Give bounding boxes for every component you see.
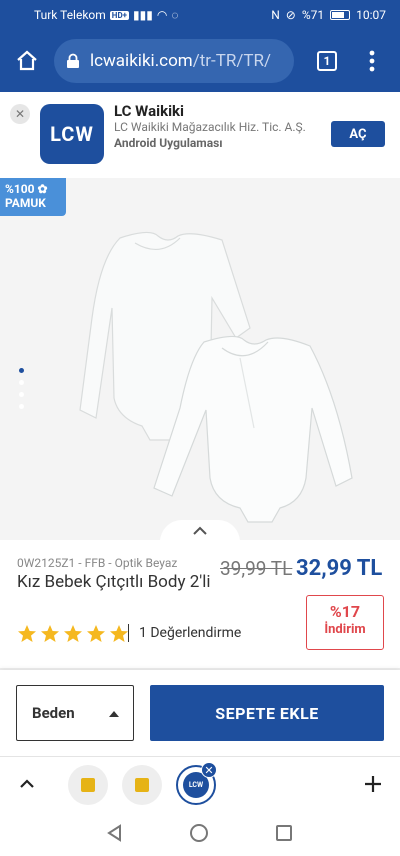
close-tab-button[interactable]: ✕ — [201, 762, 217, 778]
network-badge: HD+ — [109, 10, 130, 20]
review-count-link[interactable]: 1 Değerlendirme — [139, 625, 241, 641]
material-badge: %100 ✿ PAMUK — [0, 178, 66, 216]
url-path: /tr-TR/TR/ — [192, 51, 271, 71]
pagination-dot[interactable] — [19, 404, 24, 409]
lock-icon — [67, 53, 79, 68]
chevron-up-icon[interactable] — [16, 773, 38, 795]
add-to-cart-button[interactable]: SEPETE EKLE — [150, 685, 384, 741]
clock: 10:07 — [356, 8, 386, 22]
badge-percent: %100 — [5, 182, 35, 196]
old-price: 39,99 TL — [220, 557, 293, 580]
open-app-button[interactable]: AÇ — [331, 121, 385, 147]
tab-count: 1 — [317, 51, 337, 71]
star-icon — [64, 625, 82, 642]
product-photo — [79, 231, 353, 523]
box-icon — [81, 778, 95, 792]
pagination-dot[interactable] — [19, 392, 24, 397]
caret-up-icon — [109, 711, 119, 717]
menu-button[interactable] — [352, 30, 392, 92]
carrier-name: Turk Telekom — [34, 8, 106, 22]
discount-badge: %17 İndirim — [306, 595, 384, 650]
pagination-dot[interactable] — [19, 368, 24, 373]
rating-divider — [128, 624, 129, 642]
star-icon — [41, 625, 59, 642]
add-to-cart-bar: Beden SEPETE EKLE — [0, 670, 400, 756]
mute-icon: ⊘ — [285, 8, 296, 22]
image-pagination — [19, 368, 24, 409]
signal-icon: ▮▮▮ — [133, 8, 153, 22]
system-nav-bar — [0, 812, 400, 856]
tab-thumbnail[interactable] — [68, 765, 108, 805]
status-bar: Turk Telekom HD+ ▮▮▮ ◠ ◌ Ν ⊘ %71 10:07 — [0, 0, 400, 30]
app-company: LC Waikiki Mağazacılık Hiz. Tic. A.Ş. — [114, 120, 306, 134]
box-icon — [135, 778, 149, 792]
more-vert-icon — [369, 50, 375, 72]
badge-material: PAMUK — [5, 196, 46, 210]
recents-icon[interactable] — [276, 825, 292, 841]
back-icon[interactable] — [106, 824, 124, 842]
cotton-icon: ✿ — [37, 182, 48, 196]
battery-percent: %71 — [301, 8, 325, 22]
app-icon: LCW — [40, 104, 104, 164]
home-button[interactable] — [0, 30, 54, 92]
whatsapp-icon: ◌ — [171, 8, 179, 22]
size-select-label: Beden — [32, 704, 75, 722]
app-type: Android Uygulaması — [114, 136, 223, 150]
battery-icon — [330, 10, 351, 20]
url-field[interactable]: lcwaikiki.com/tr-TR/TR/ — [54, 39, 294, 83]
new-tab-button[interactable] — [362, 773, 384, 795]
browser-toolbar: lcwaikiki.com/tr-TR/TR/ 1 — [0, 30, 400, 92]
tab-switcher-button[interactable]: 1 — [302, 30, 352, 92]
wifi-icon: ◠ — [156, 8, 168, 22]
discount-label: İndirim — [324, 622, 366, 637]
close-banner-button[interactable]: ✕ — [10, 104, 30, 124]
home-icon — [17, 50, 37, 71]
pagination-dot[interactable] — [19, 380, 24, 385]
rating-stars[interactable] — [17, 624, 129, 644]
product-info: 0W2125Z1 - FFB - Optik Beyaz Kız Bebek Ç… — [0, 540, 400, 668]
url-host: lcwaikiki.com — [90, 51, 193, 71]
star-icon — [110, 625, 128, 642]
product-image-gallery[interactable]: %100 ✿ PAMUK — [0, 178, 400, 540]
app-install-banner: ✕ LCW LC Waikiki LC Waikiki Mağazacılık … — [0, 92, 400, 178]
nfc-icon: Ν — [271, 8, 280, 22]
chevron-up-icon — [193, 526, 207, 535]
product-title: Kız Bebek Çıtçıtlı Body 2'li — [17, 572, 211, 592]
new-price: 32,99 TL — [296, 556, 383, 581]
app-name: LC Waikiki — [114, 102, 185, 120]
tab-thumbnail[interactable] — [122, 765, 162, 805]
star-icon — [87, 625, 105, 642]
star-icon — [18, 625, 36, 642]
browser-bottom-bar: LCW ✕ — [0, 756, 400, 812]
product-sku: 0W2125Z1 - FFB - Optik Beyaz — [17, 556, 178, 570]
home-nav-icon[interactable] — [190, 824, 208, 842]
discount-percent: %17 — [329, 602, 361, 621]
expand-image-button[interactable] — [160, 520, 240, 540]
size-select[interactable]: Beden — [16, 685, 134, 741]
app-info: LC Waikiki LC Waikiki Mağazacılık Hiz. T… — [114, 102, 314, 150]
